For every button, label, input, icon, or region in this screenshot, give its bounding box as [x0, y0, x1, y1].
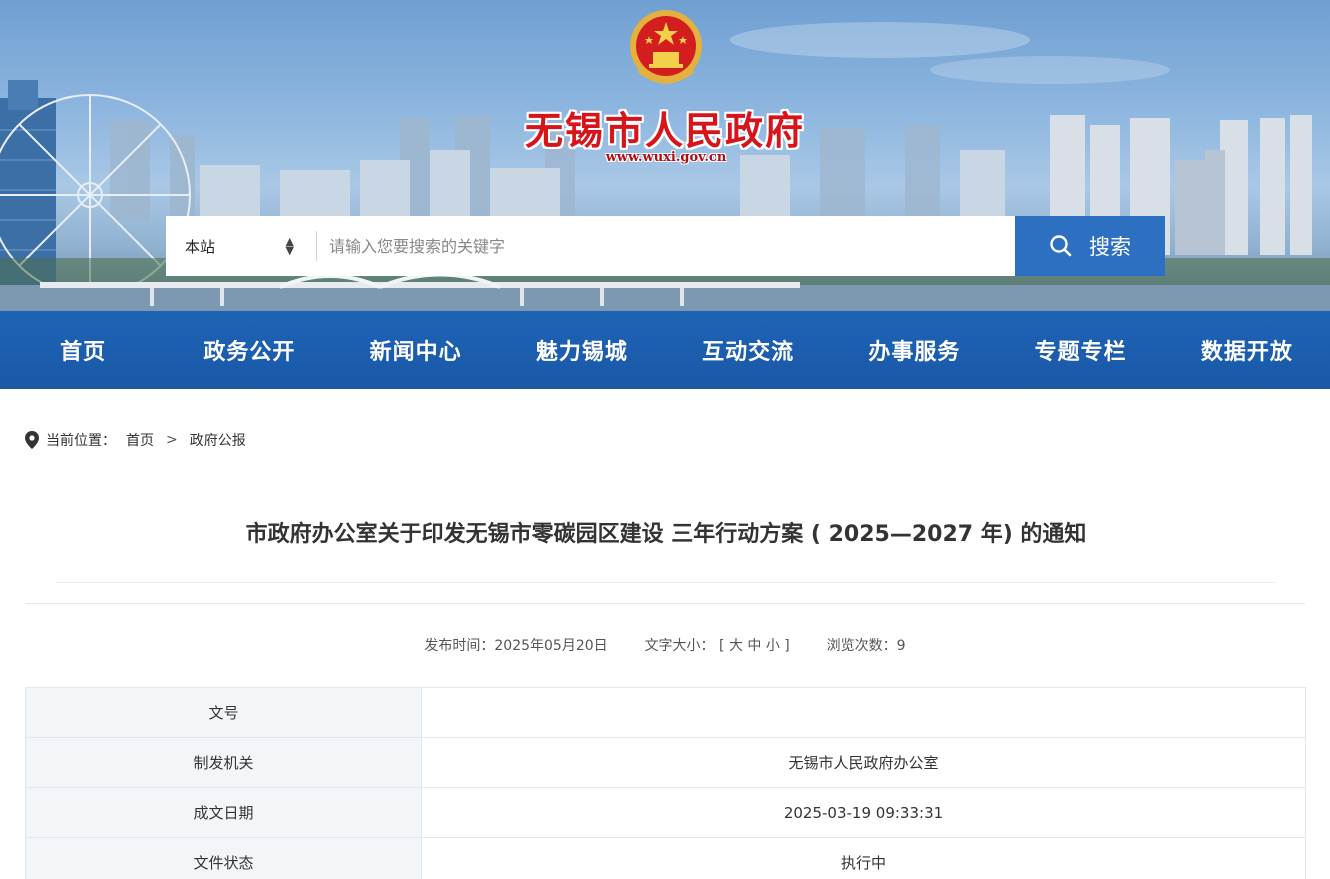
nav-item-special-topics[interactable]: 专题专栏 [998, 334, 1164, 366]
nav-item-home[interactable]: 首页 [0, 334, 166, 366]
written-date-value: 2025-03-19 09:33:31 [421, 787, 1306, 838]
search-scope-value: 本站 [185, 237, 216, 256]
issuing-agency-label: 制发机关 [25, 737, 422, 788]
breadcrumb-separator: > [166, 432, 178, 448]
article-meta: 发布时间：2025年05月20日 文字大小： [ 大 中 小 ] 浏览次数：9 [0, 635, 1330, 655]
views-count: 9 [896, 638, 906, 654]
title-divider [56, 582, 1276, 583]
nav-item-open-data[interactable]: 数据开放 [1164, 334, 1330, 366]
font-size-open-bracket: [ [719, 638, 725, 654]
nav-item-interaction[interactable]: 互动交流 [665, 334, 831, 366]
search-scope-select[interactable]: 本站 ▲ ▼ [166, 216, 316, 276]
doc-number-value [421, 687, 1306, 738]
views-label: 浏览次数： [826, 638, 897, 654]
site-title[interactable]: 无锡市人民政府 [500, 100, 830, 155]
font-size-large-button[interactable]: 大 [729, 638, 743, 654]
national-emblem-icon [630, 10, 702, 84]
written-date-label: 成文日期 [25, 787, 422, 838]
table-row: 文件状态 执行中 [25, 837, 1306, 879]
file-status-label: 文件状态 [25, 837, 422, 879]
sort-arrows-icon: ▲ ▼ [285, 235, 294, 257]
nav-item-news-center[interactable]: 新闻中心 [333, 334, 499, 366]
font-size-close-bracket: ] [784, 638, 790, 654]
doc-number-label: 文号 [25, 687, 422, 738]
site-url: www.wuxi.gov.cn [605, 150, 727, 165]
article-title: 市政府办公室关于印发无锡市零碳园区建设 三年行动方案 ( 2025—2027 年… [245, 522, 1087, 547]
font-size-small-button[interactable]: 小 [766, 638, 780, 654]
font-size-label: 文字大小： [644, 638, 715, 654]
breadcrumb-home-link[interactable]: 首页 [126, 430, 154, 450]
table-row: 制发机关 无锡市人民政府办公室 [25, 737, 1306, 788]
publish-label: 发布时间： [424, 638, 495, 654]
search-bar: 本站 ▲▼ 搜索 [166, 216, 1165, 276]
main-nav: 首页 政务公开 新闻中心 魅力锡城 互动交流 办事服务 专题专栏 数据开放 [0, 311, 1330, 389]
search-input[interactable] [317, 216, 1015, 276]
breadcrumb-gazette-link[interactable]: 政府公报 [190, 430, 246, 450]
publish-date: 2025年05月20日 [494, 638, 608, 654]
breadcrumb-prefix: 当前位置： [46, 433, 116, 449]
search-icon [1050, 235, 1072, 257]
table-row: 成文日期 2025-03-19 09:33:31 [25, 787, 1306, 838]
nav-item-government-affairs[interactable]: 政务公开 [166, 334, 332, 366]
search-button-label: 搜索 [1089, 235, 1131, 259]
issuing-agency-value: 无锡市人民政府办公室 [421, 737, 1306, 788]
search-button[interactable]: 搜索 [1015, 216, 1165, 276]
nav-item-charm-city[interactable]: 魅力锡城 [499, 334, 665, 366]
font-size-medium-button[interactable]: 中 [747, 638, 761, 654]
document-info-table: 文号 制发机关 无锡市人民政府办公室 成文日期 2025-03-19 09:33… [25, 687, 1306, 879]
breadcrumb: 当前位置： 首页 > 政府公报 [25, 430, 246, 450]
nav-item-services[interactable]: 办事服务 [831, 334, 997, 366]
location-pin-icon [25, 431, 39, 449]
file-status-value: 执行中 [421, 837, 1306, 879]
table-row: 文号 [25, 687, 1306, 738]
section-divider [25, 603, 1305, 604]
